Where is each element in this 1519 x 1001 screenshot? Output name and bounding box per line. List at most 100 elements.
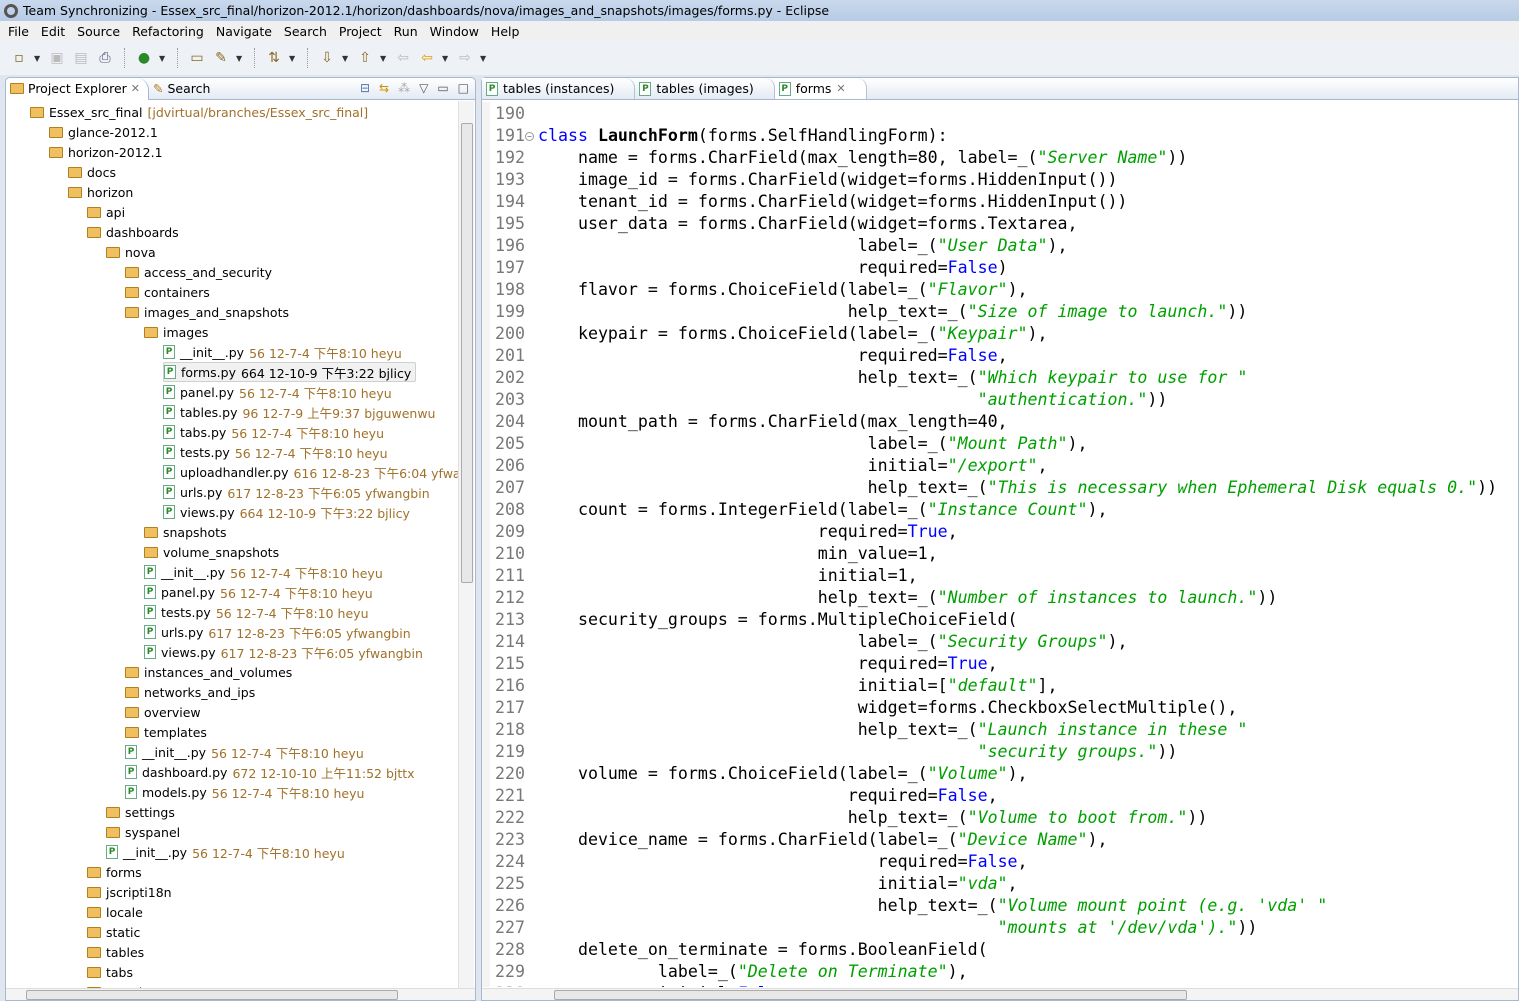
tree-item[interactable]: dashboards: [87, 222, 179, 242]
tree-item[interactable]: access_and_security: [125, 262, 272, 282]
tree-item[interactable]: forms: [87, 862, 142, 882]
open-folder-icon[interactable]: ▭: [188, 50, 206, 66]
tree-item[interactable]: Ppanel.py 56 12-7-4 下午8:10 heyu: [163, 382, 392, 402]
tree-item[interactable]: Ptests.py 56 12-7-4 下午8:10 heyu: [144, 602, 369, 622]
view-menu-icon[interactable]: ▽: [419, 81, 428, 95]
tree-item[interactable]: volume_snapshots: [144, 542, 279, 562]
menu-run[interactable]: Run: [389, 24, 425, 39]
sync-icon[interactable]: ⇅: [265, 50, 283, 66]
print-icon[interactable]: ⎙: [96, 50, 114, 66]
tree-item[interactable]: horizon-2012.1: [49, 142, 163, 162]
tree-item[interactable]: docs: [68, 162, 116, 182]
tree-item[interactable]: instances_and_volumes: [125, 662, 292, 682]
tree-item[interactable]: Purls.py 617 12-8-23 下午6:05 yfwangbin: [163, 482, 430, 502]
tree-item-name: glance-2012.1: [68, 124, 158, 140]
menu-refactoring[interactable]: Refactoring: [127, 24, 211, 39]
menu-file[interactable]: File: [3, 24, 36, 39]
tree-item[interactable]: Pdashboard.py 672 12-10-10 上午11:52 bjttx: [125, 762, 415, 782]
tree-item[interactable]: Puploadhandler.py 616 12-8-23 下午6:04 yfwa…: [163, 462, 458, 482]
scrollbar-thumb[interactable]: [26, 990, 398, 1000]
tree-item[interactable]: Pviews.py 617 12-8-23 下午6:05 yfwangbin: [144, 642, 423, 662]
tree-item[interactable]: jscripti18n: [87, 882, 172, 902]
tab-search[interactable]: ✎ Search: [149, 78, 218, 100]
tree-item[interactable]: syspanel: [106, 822, 180, 842]
chevron-down-icon[interactable]: ▼: [480, 54, 488, 63]
scrollbar-thumb[interactable]: [554, 990, 1187, 1000]
pen-icon[interactable]: ✎: [212, 50, 230, 66]
menu-edit[interactable]: Edit: [36, 24, 72, 39]
menu-navigate[interactable]: Navigate: [211, 24, 279, 39]
horizontal-scrollbar[interactable]: [6, 988, 475, 1000]
close-icon[interactable]: ✕: [131, 82, 140, 95]
horizontal-scrollbar[interactable]: [482, 988, 1518, 1000]
chevron-down-icon[interactable]: ▼: [380, 54, 388, 63]
tree-item[interactable]: networks_and_ips: [125, 682, 255, 702]
save-icon[interactable]: ▣: [48, 50, 66, 66]
last-edit-icon[interactable]: ⇦: [394, 50, 412, 66]
close-icon[interactable]: ✕: [836, 82, 845, 95]
tree-item[interactable]: nova: [106, 242, 156, 262]
chevron-down-icon[interactable]: ▼: [342, 54, 350, 63]
link-with-editor-icon[interactable]: ⇆: [379, 81, 389, 95]
tree-item[interactable]: static: [87, 922, 140, 942]
tree-item[interactable]: containers: [125, 282, 210, 302]
chevron-down-icon[interactable]: ▼: [442, 54, 450, 63]
menu-source[interactable]: Source: [72, 24, 127, 39]
next-annotation-icon[interactable]: ⇩: [318, 50, 336, 66]
tree-item[interactable]: Ptables.py 96 12-7-9 上午9:37 bjguwenwu: [163, 402, 435, 422]
menu-help[interactable]: Help: [486, 24, 527, 39]
vertical-scrollbar[interactable]: [458, 101, 474, 989]
line-number: 192: [495, 148, 525, 167]
maximize-icon[interactable]: □: [458, 81, 469, 95]
save-all-icon[interactable]: ▤: [72, 50, 90, 66]
chevron-down-icon[interactable]: ▼: [34, 54, 42, 63]
tree-item[interactable]: Ppanel.py 56 12-7-4 下午8:10 heyu: [144, 582, 373, 602]
tree-item[interactable]: api: [87, 202, 125, 222]
menu-project[interactable]: Project: [334, 24, 389, 39]
editor-tab[interactable]: Ptables (images): [635, 78, 775, 99]
minimize-icon[interactable]: ▭: [437, 81, 448, 95]
run-icon[interactable]: ●: [135, 50, 153, 66]
tree-item[interactable]: settings: [106, 802, 175, 822]
previous-annotation-icon[interactable]: ⇧: [356, 50, 374, 66]
menu-window[interactable]: Window: [425, 24, 486, 39]
tree-item[interactable]: P __init__.py 56 12-7-4 下午8:10 heyu: [163, 342, 402, 362]
tree-item[interactable]: templates: [125, 722, 207, 742]
tree-item[interactable]: images: [144, 322, 208, 342]
menu-search[interactable]: Search: [279, 24, 334, 39]
tree-item[interactable]: Ptabs.py 56 12-7-4 下午8:10 heyu: [163, 422, 384, 442]
chevron-down-icon[interactable]: ▼: [159, 54, 167, 63]
tree-item[interactable]: snapshots: [144, 522, 227, 542]
back-icon[interactable]: ⇦: [418, 50, 436, 66]
tree-item[interactable]: Pviews.py 664 12-10-9 下午3:22 bjlicy: [163, 502, 410, 522]
tree-item[interactable]: overview: [125, 702, 201, 722]
tree-item[interactable]: P __init__.py 56 12-7-4 下午8:10 heyu: [125, 742, 364, 762]
editor-tab[interactable]: Ptables (instances): [482, 78, 636, 99]
tree-item[interactable]: Essex_src_final [jdvirtual/branches/Essex…: [30, 102, 368, 122]
filter-icon[interactable]: ⁂: [398, 81, 410, 95]
tree-item[interactable]: Purls.py 617 12-8-23 下午6:05 yfwangbin: [144, 622, 411, 642]
tree-item[interactable]: P __init__.py 56 12-7-4 下午8:10 heyu: [144, 562, 383, 582]
tree-item[interactable]: P __init__.py 56 12-7-4 下午8:10 heyu: [106, 842, 345, 862]
editor-tab[interactable]: Pforms ✕: [774, 78, 867, 99]
tree-item[interactable]: Pmodels.py 56 12-7-4 下午8:10 heyu: [125, 782, 364, 802]
string-literal: "Mount Path": [947, 434, 1068, 453]
tree-item[interactable]: images_and_snapshots: [125, 302, 289, 322]
tree-item[interactable]: tabs: [87, 962, 133, 982]
tree-item[interactable]: horizon: [68, 182, 133, 202]
tree-item-name: docs: [87, 164, 116, 180]
tree-item[interactable]: Pforms.py 664 12-10-9 下午3:22 bjlicy: [163, 362, 417, 382]
tree-item[interactable]: tables: [87, 942, 144, 962]
collapse-all-icon[interactable]: ⊟: [360, 81, 370, 95]
chevron-down-icon[interactable]: ▼: [289, 54, 297, 63]
tree-item[interactable]: glance-2012.1: [49, 122, 158, 142]
tree-item[interactable]: locale: [87, 902, 143, 922]
fold-toggle-icon[interactable]: −: [525, 132, 534, 141]
tree-item[interactable]: Ptests.py 56 12-7-4 下午8:10 heyu: [163, 442, 388, 462]
scrollbar-thumb[interactable]: [461, 123, 473, 583]
chevron-down-icon[interactable]: ▼: [236, 54, 244, 63]
forward-icon[interactable]: ⇨: [456, 50, 474, 66]
new-icon[interactable]: ▫: [10, 50, 28, 66]
code-area[interactable]: 190 191− class LaunchForm(forms.SelfHandli…: [482, 102, 1518, 987]
tab-project-explorer[interactable]: Project Explorer ✕: [6, 77, 150, 100]
